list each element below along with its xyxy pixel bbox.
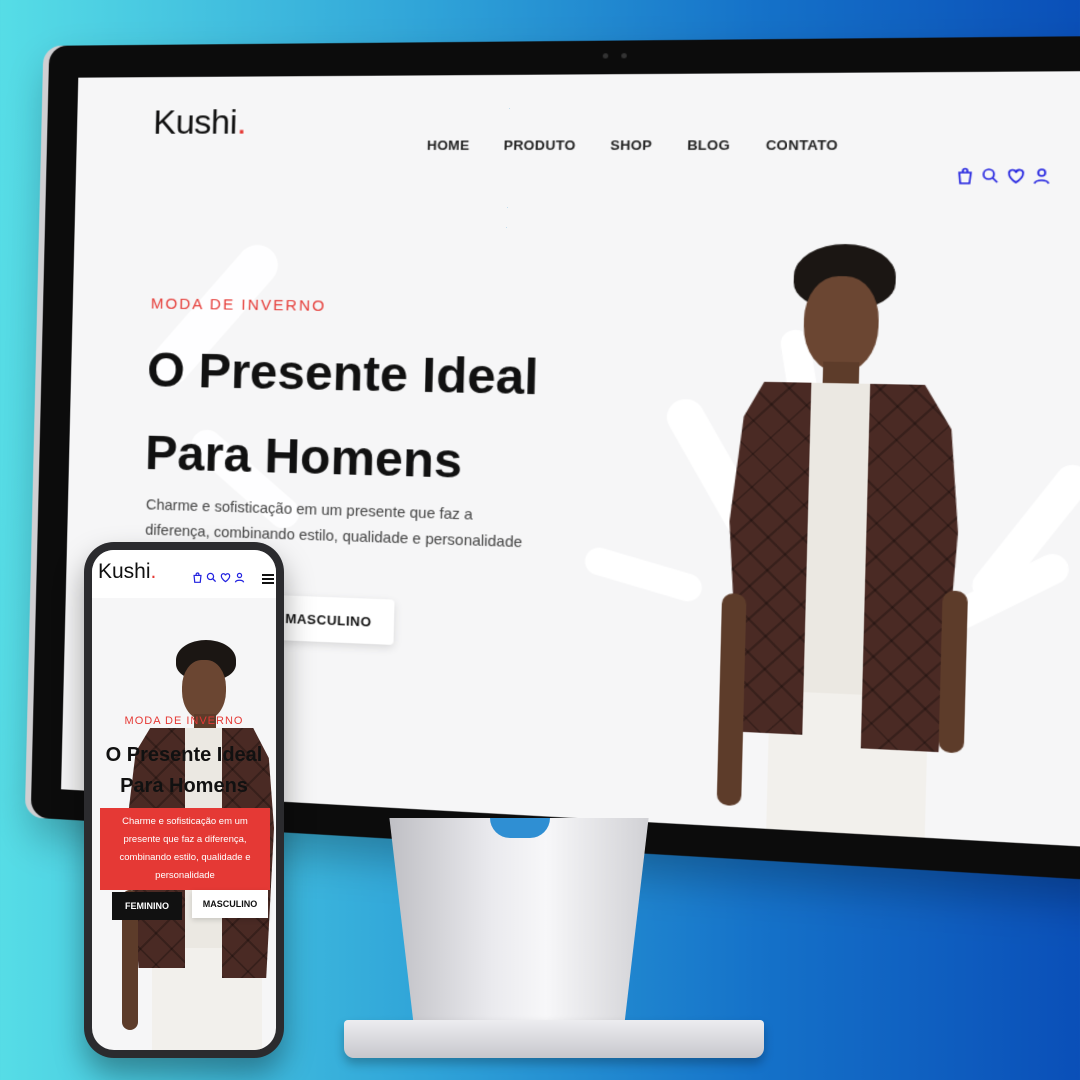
nav-home[interactable]: HOME bbox=[427, 137, 470, 153]
user-icon[interactable] bbox=[234, 572, 245, 583]
mobile-phone: Kushi. MODA DE INVERNO O Presente Ideal … bbox=[84, 542, 284, 1058]
mobile-logo[interactable]: Kushi. bbox=[98, 560, 156, 584]
bag-icon[interactable] bbox=[956, 167, 975, 184]
main-nav: HOME PRODUTO SHOP BLOG CONTATO bbox=[427, 137, 838, 153]
logo-dot: . bbox=[237, 103, 247, 142]
logo-text: Kushi bbox=[98, 560, 151, 583]
model-face bbox=[182, 660, 226, 720]
heart-icon[interactable] bbox=[1006, 167, 1025, 184]
monitor-base bbox=[344, 1020, 764, 1058]
masculino-button[interactable]: MASCULINO bbox=[192, 890, 268, 918]
model-face bbox=[803, 276, 880, 373]
mobile-screen: Kushi. MODA DE INVERNO O Presente Ideal … bbox=[92, 550, 276, 1050]
bag-icon[interactable] bbox=[192, 572, 203, 583]
logo-dot: . bbox=[151, 560, 157, 583]
mobile-hero-description: Charme e sofisticação em um presente que… bbox=[100, 808, 270, 890]
search-icon[interactable] bbox=[981, 167, 1000, 184]
mobile-hero-title-line2: Para Homens bbox=[120, 775, 248, 797]
nav-contato[interactable]: CONTATO bbox=[766, 137, 839, 153]
model-arm-left bbox=[717, 593, 747, 806]
feminino-button[interactable]: FEMININO bbox=[112, 892, 182, 920]
nav-produto[interactable]: PRODUTO bbox=[503, 137, 575, 153]
mobile-header-icons bbox=[192, 572, 245, 583]
hero-kicker: MODA DE INVERNO bbox=[151, 295, 327, 315]
user-icon[interactable] bbox=[1032, 167, 1051, 184]
brush-stroke bbox=[582, 544, 706, 604]
mobile-hero-title: O Presente Ideal Para Homens bbox=[92, 740, 276, 802]
search-icon[interactable] bbox=[206, 572, 217, 583]
header-icons bbox=[956, 167, 1052, 185]
hero-title: O Presente Ideal Para Homens bbox=[144, 330, 539, 506]
model-arm-right bbox=[938, 590, 968, 753]
nav-blog[interactable]: BLOG bbox=[687, 137, 730, 153]
mobile-hero-kicker: MODA DE INVERNO bbox=[92, 715, 276, 727]
menu-icon[interactable] bbox=[262, 574, 274, 584]
monitor-camera bbox=[603, 53, 627, 59]
nav-shop[interactable]: SHOP bbox=[610, 137, 652, 153]
mobile-hero-title-line1: O Presente Ideal bbox=[106, 744, 263, 766]
hero-model-image bbox=[710, 243, 998, 847]
hero-title-line2: Para Homens bbox=[145, 426, 463, 489]
monitor-stand bbox=[384, 818, 654, 1048]
hero-title-line1: O Presente Ideal bbox=[147, 344, 540, 406]
site-logo[interactable]: Kushi. bbox=[153, 103, 247, 143]
logo-text: Kushi bbox=[153, 103, 238, 142]
heart-icon[interactable] bbox=[220, 572, 231, 583]
